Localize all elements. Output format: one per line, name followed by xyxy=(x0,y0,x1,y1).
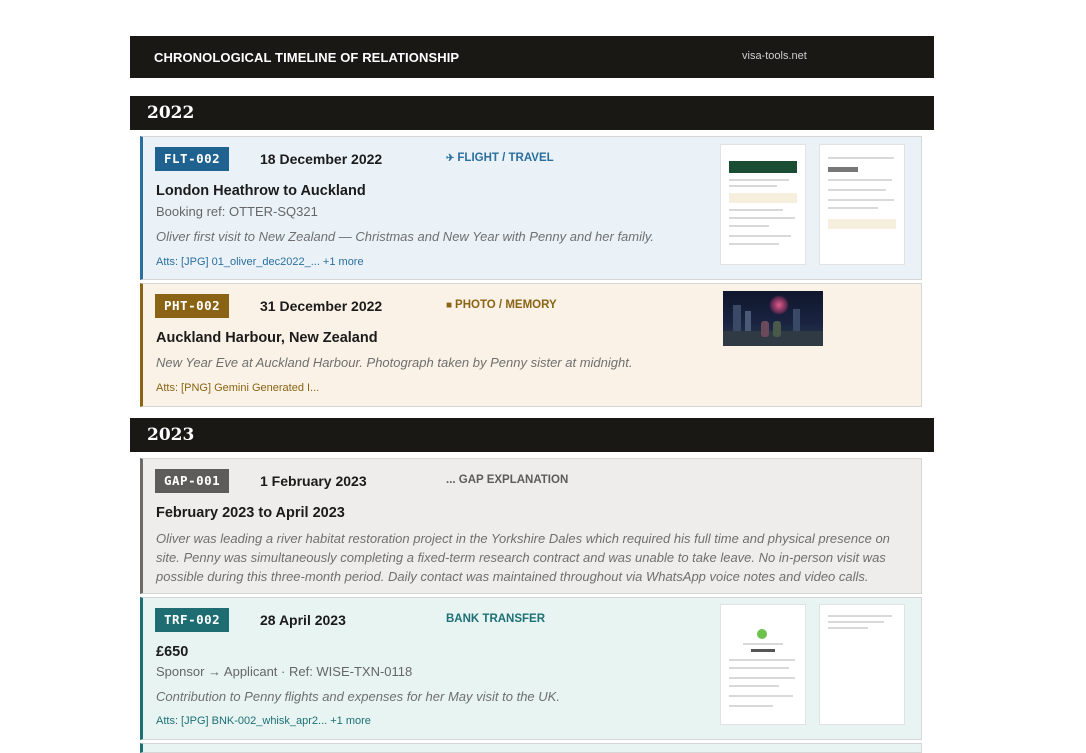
entry-category: ... GAP EXPLANATION xyxy=(446,474,569,486)
site-name: visa-tools.net xyxy=(742,50,807,62)
timeline-entry-next xyxy=(140,743,922,753)
entry-id-badge: PHT-002 xyxy=(155,294,230,318)
entry-id-badge: TRF-002 xyxy=(155,608,230,632)
entry-title: London Heathrow to Auckland xyxy=(156,183,366,199)
document-header: CHRONOLOGICAL TIMELINE OF RELATIONSHIP v… xyxy=(130,36,934,78)
entry-date: 1 February 2023 xyxy=(260,473,367,489)
entry-category: ■ PHOTO / MEMORY xyxy=(446,299,557,311)
entry-category: ✈ FLIGHT / TRAVEL xyxy=(446,152,554,164)
plane-icon: ✈ xyxy=(446,153,455,164)
document-title: CHRONOLOGICAL TIMELINE OF RELATIONSHIP xyxy=(154,50,460,65)
year-header-2022: 2022 xyxy=(130,96,934,130)
entry-description: Contribution to Penny flights and expens… xyxy=(156,689,560,704)
year-label: 2023 xyxy=(147,425,195,445)
square-icon: ■ xyxy=(446,300,453,311)
year-label: 2022 xyxy=(147,103,195,123)
attachment-thumbnail[interactable] xyxy=(721,145,805,264)
photo-thumbnail[interactable] xyxy=(723,291,823,346)
entry-category: BANK TRANSFER xyxy=(446,613,546,625)
timeline-entry-bank-transfer: TRF-002 28 April 2023 BANK TRANSFER £650… xyxy=(140,597,922,740)
entry-id-badge: FLT-002 xyxy=(155,147,230,171)
attachment-thumbnail[interactable] xyxy=(721,605,805,724)
timeline-entry-flight: FLT-002 18 December 2022 ✈ FLIGHT / TRAVE… xyxy=(140,136,922,280)
entry-subtitle: Sponsor → Applicant · Ref: WISE-TXN-0118 xyxy=(156,664,413,679)
attachment-thumbnail[interactable] xyxy=(820,145,904,264)
timeline-entry-gap: GAP-001 1 February 2023 ... GAP EXPLANAT… xyxy=(140,458,922,594)
entry-subtitle: Booking ref: OTTER-SQ321 xyxy=(156,204,318,219)
entry-attachments[interactable]: Atts: [JPG] 01_oliver_dec2022_... +1 mor… xyxy=(156,256,364,268)
entry-attachments[interactable]: Atts: [JPG] BNK-002_whisk_apr2... +1 mor… xyxy=(156,715,371,727)
entry-date: 18 December 2022 xyxy=(260,151,383,167)
entry-title: Auckland Harbour, New Zealand xyxy=(156,330,378,346)
entry-title: £650 xyxy=(156,644,189,660)
year-header-2023: 2023 xyxy=(130,418,934,452)
attachment-thumbnail[interactable] xyxy=(820,605,904,724)
timeline-entry-photo: PHT-002 31 December 2022 ■ PHOTO / MEMORY… xyxy=(140,283,922,407)
entry-date: 31 December 2022 xyxy=(260,298,383,314)
entry-date: 28 April 2023 xyxy=(260,612,346,628)
entry-title: February 2023 to April 2023 xyxy=(156,505,345,521)
entry-attachments[interactable]: Atts: [PNG] Gemini Generated I... xyxy=(156,382,319,394)
entry-description: Oliver was leading a river habitat resto… xyxy=(156,531,890,584)
entry-id-badge: GAP-001 xyxy=(155,469,230,493)
entry-description: New Year Eve at Auckland Harbour. Photog… xyxy=(156,355,633,370)
entry-description: Oliver first visit to New Zealand — Chri… xyxy=(156,229,655,244)
